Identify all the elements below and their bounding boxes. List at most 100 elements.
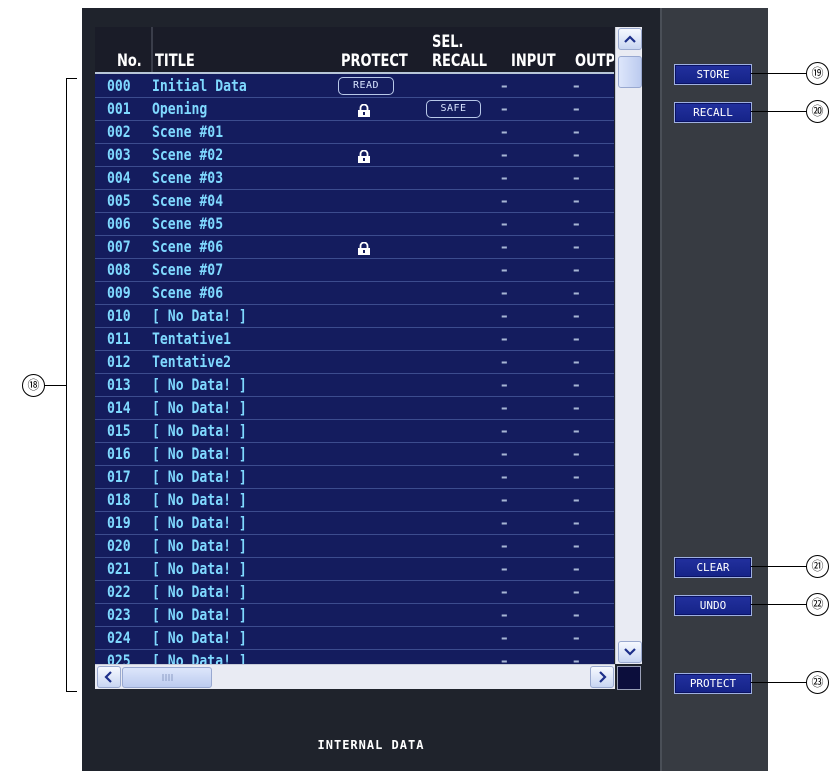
scene-row[interactable]: 006 Scene #05 – – [95, 213, 614, 236]
scroll-right-button[interactable] [590, 666, 614, 688]
scene-number: 018 [107, 490, 131, 509]
scene-title: [ No Data! ] [152, 421, 247, 440]
header-output[interactable]: OUTP [575, 51, 614, 71]
scene-row[interactable]: 004 Scene #03 – – [95, 167, 614, 190]
scene-title: [ No Data! ] [152, 582, 247, 601]
input-value: – [501, 168, 508, 187]
input-value: – [501, 605, 508, 624]
scene-number: 010 [107, 306, 131, 325]
scene-number: 003 [107, 145, 131, 164]
header-divider [95, 72, 614, 74]
scene-row[interactable]: 019 [ No Data! ] – – [95, 512, 614, 535]
output-value: – [573, 122, 580, 141]
scene-row[interactable]: 025 [ No Data! ] – – [95, 650, 614, 665]
scene-row[interactable]: 020 [ No Data! ] – – [95, 535, 614, 558]
scene-row[interactable]: 005 Scene #04 – – [95, 190, 614, 213]
undo-button[interactable]: UNDO [674, 595, 752, 616]
header-recall[interactable]: RECALL [432, 51, 487, 71]
header-protect[interactable]: PROTECT [341, 51, 408, 71]
output-value: – [573, 444, 580, 463]
callout-line-21 [751, 566, 807, 567]
scene-row[interactable]: 016 [ No Data! ] – – [95, 443, 614, 466]
scene-number: 002 [107, 122, 131, 141]
callout-line-20 [751, 111, 807, 112]
scene-row[interactable]: 008 Scene #07 – – [95, 259, 614, 282]
scene-title: Tentative1 [152, 329, 231, 348]
recall-button[interactable]: RECALL [674, 102, 752, 123]
scene-row[interactable]: 007 Scene #06 – – [95, 236, 614, 259]
input-value: – [501, 145, 508, 164]
input-value: – [501, 237, 508, 256]
scene-row[interactable]: 002 Scene #01 – – [95, 121, 614, 144]
scroll-left-button[interactable] [97, 666, 121, 688]
header-sel[interactable]: SEL. [432, 32, 463, 52]
header-no[interactable]: No. [117, 51, 142, 71]
input-value: – [501, 122, 508, 141]
scroll-down-button[interactable] [618, 641, 642, 663]
lock-icon [357, 102, 371, 117]
clear-button[interactable]: CLEAR [674, 557, 752, 578]
horizontal-scrollbar[interactable] [95, 664, 615, 689]
scene-row[interactable]: 011 Tentative1 – – [95, 328, 614, 351]
input-value: – [501, 352, 508, 371]
callout-18: ⑱ [22, 374, 45, 397]
input-value: – [501, 214, 508, 233]
vertical-scroll-thumb[interactable] [618, 56, 642, 88]
horizontal-scroll-thumb[interactable] [122, 667, 212, 688]
scene-list: No. TITLE PROTECT SEL. RECALL INPUT OUTP… [95, 27, 614, 664]
scene-row[interactable]: 021 [ No Data! ] – – [95, 558, 614, 581]
scene-title: [ No Data! ] [152, 513, 247, 532]
scene-row[interactable]: 012 Tentative2 – – [95, 351, 614, 374]
scene-title: [ No Data! ] [152, 444, 247, 463]
scene-row[interactable]: 017 [ No Data! ] – – [95, 466, 614, 489]
scene-row[interactable]: 010 [ No Data! ] – – [95, 305, 614, 328]
scroll-up-button[interactable] [618, 28, 642, 50]
scene-number: 001 [107, 99, 131, 118]
scene-row[interactable]: 015 [ No Data! ] – – [95, 420, 614, 443]
output-value: – [573, 398, 580, 417]
protect-button[interactable]: PROTECT [674, 673, 752, 694]
output-value: – [573, 375, 580, 394]
scene-row[interactable]: 024 [ No Data! ] – – [95, 627, 614, 650]
callout-line-18 [44, 385, 67, 386]
output-value: – [573, 329, 580, 348]
scene-row[interactable]: 018 [ No Data! ] – – [95, 489, 614, 512]
output-value: – [573, 536, 580, 555]
header-input[interactable]: INPUT [511, 51, 556, 71]
read-only-badge: READ [338, 77, 394, 95]
scene-row[interactable]: 009 Scene #06 – – [95, 282, 614, 305]
vertical-scrollbar[interactable] [615, 27, 642, 664]
chevron-left-icon [104, 671, 112, 683]
input-value: – [501, 536, 508, 555]
scene-number: 000 [107, 76, 131, 95]
chevron-right-icon [599, 671, 607, 683]
scene-row[interactable]: 001 Opening SAFE – – [95, 98, 614, 121]
recall-safe-badge[interactable]: SAFE [426, 100, 481, 118]
store-button[interactable]: STORE [674, 64, 752, 85]
callout-23: ㉓ [806, 671, 829, 694]
input-value: – [501, 467, 508, 486]
scene-row[interactable]: 013 [ No Data! ] – – [95, 374, 614, 397]
scene-row[interactable]: 014 [ No Data! ] – – [95, 397, 614, 420]
scene-title: Scene #06 [152, 237, 224, 256]
input-value: – [501, 398, 508, 417]
scene-row[interactable]: 003 Scene #02 – – [95, 144, 614, 167]
scene-title: [ No Data! ] [152, 375, 247, 394]
scene-row[interactable]: 000 Initial Data READ – – [95, 75, 614, 98]
list-header: No. TITLE PROTECT SEL. RECALL INPUT OUTP [95, 27, 614, 72]
callout-19: ⑲ [806, 62, 829, 85]
input-value: – [501, 191, 508, 210]
input-value: – [501, 375, 508, 394]
header-title[interactable]: TITLE [155, 51, 195, 71]
scene-number: 011 [107, 329, 131, 348]
input-value: – [501, 306, 508, 325]
scene-row[interactable]: 022 [ No Data! ] – – [95, 581, 614, 604]
scene-row[interactable]: 023 [ No Data! ] – – [95, 604, 614, 627]
input-value: – [501, 421, 508, 440]
output-value: – [573, 582, 580, 601]
output-value: – [573, 283, 580, 302]
output-value: – [573, 99, 580, 118]
scene-number: 012 [107, 352, 131, 371]
scene-title: Scene #06 [152, 283, 224, 302]
scene-title: Scene #05 [152, 214, 224, 233]
